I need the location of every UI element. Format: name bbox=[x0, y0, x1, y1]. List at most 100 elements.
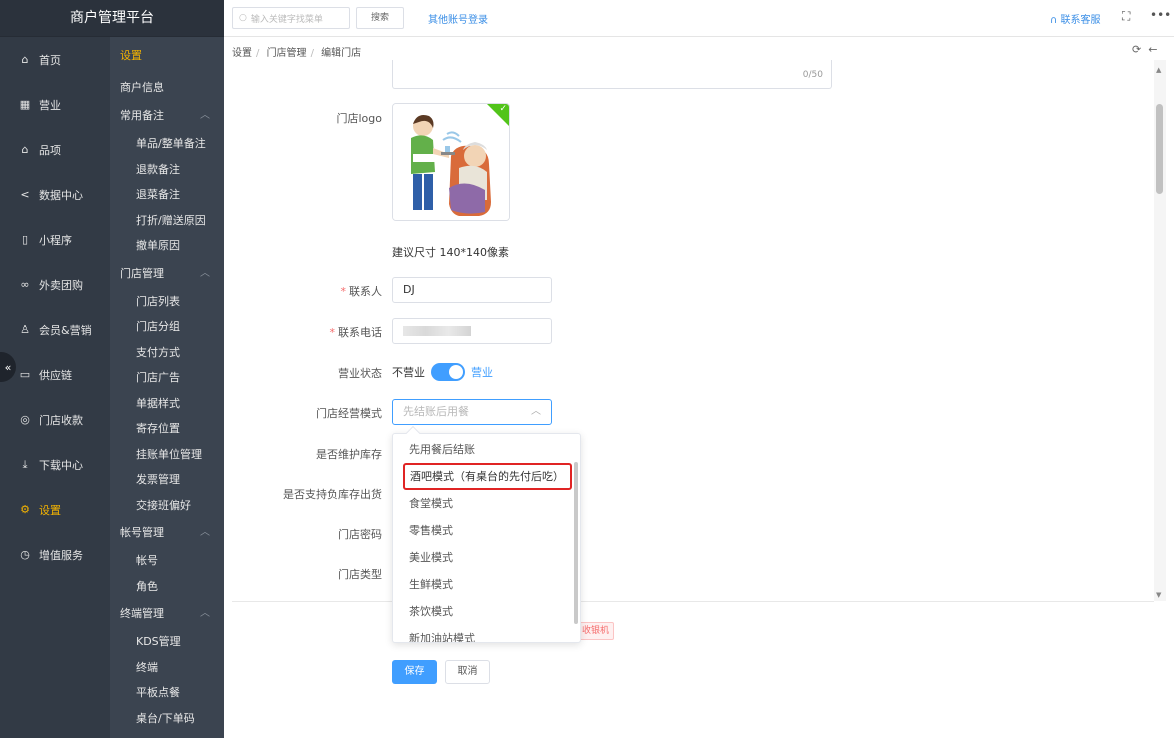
rail-item[interactable]: ◷ 增值服务 bbox=[0, 532, 110, 577]
submenu-item[interactable]: 交接班偏好 bbox=[110, 493, 224, 519]
rail-item[interactable]: ▭ 供应链 bbox=[0, 352, 110, 397]
breadcrumb-item[interactable]: 门店管理 bbox=[267, 48, 307, 59]
business-status-toggle: 不营业 营业 bbox=[392, 363, 493, 381]
submenu-item[interactable]: 门店列表 bbox=[110, 289, 224, 315]
submenu-group-label: 常用备注 bbox=[120, 109, 164, 122]
fullscreen-icon[interactable]: ⛶ bbox=[1122, 9, 1130, 24]
dropdown-option[interactable]: 零售模式 bbox=[393, 517, 580, 544]
contact-support-label: 联系客服 bbox=[1060, 15, 1101, 26]
submenu-group[interactable]: 常用备注 ︿ bbox=[110, 101, 224, 131]
submenu-item[interactable]: 门店分组 bbox=[110, 314, 224, 340]
submenu-item[interactable]: 终端 bbox=[110, 655, 224, 681]
search-icon: ○ bbox=[239, 13, 247, 23]
submenu-item[interactable]: 商户信息 bbox=[110, 75, 224, 101]
dropdown-option[interactable]: 先用餐后结账 bbox=[393, 436, 580, 463]
submenu-item[interactable]: 寄存位置 bbox=[110, 416, 224, 442]
submenu-item[interactable]: 退款备注 bbox=[110, 157, 224, 183]
submenu-item[interactable]: 桌台/下单码 bbox=[110, 706, 224, 732]
submenu-item[interactable]: 发票管理 bbox=[110, 467, 224, 493]
top-bar: ○ 输入关键字找菜单 搜索 其他账号登录 ∩ 联系客服 ⛶ ••• bbox=[224, 0, 1174, 37]
rail-item[interactable]: ▯ 小程序 bbox=[0, 217, 110, 262]
submenu-title[interactable]: 设置 bbox=[110, 37, 224, 75]
business-status-label: 营业状态 bbox=[338, 367, 382, 380]
primary-nav: ⌂ 首页 ▦ 营业 ⌂ 品项 < 数据中心 ▯ 小程序 ∞ 外卖团购 ♙ 会员&营销 ▭ 供应链 ◎ 门店收款 ⤓ 下… bbox=[0, 0, 110, 738]
submenu-item[interactable]: 挂账单位管理 bbox=[110, 442, 224, 468]
form-divider bbox=[232, 601, 1154, 602]
back-arrow-icon[interactable]: ← bbox=[1148, 43, 1157, 56]
rail-item[interactable]: ◎ 门店收款 bbox=[0, 397, 110, 442]
submenu-item[interactable]: 撤单原因 bbox=[110, 233, 224, 259]
rail-item[interactable]: ⤓ 下载中心 bbox=[0, 442, 110, 487]
submenu-group[interactable]: 终端管理 ︿ bbox=[110, 599, 224, 629]
breadcrumb-item[interactable]: 设置 bbox=[232, 48, 252, 59]
contact-phone-label-text: 联系电话 bbox=[338, 326, 382, 339]
submenu-item[interactable]: 门店广告 bbox=[110, 365, 224, 391]
submenu-item[interactable]: KDS管理 bbox=[110, 629, 224, 655]
rail-item[interactable]: ⚙ 设置 bbox=[0, 487, 110, 532]
scroll-up-icon[interactable]: ▲ bbox=[1156, 66, 1161, 74]
checkmark-icon: ✓ bbox=[499, 104, 507, 114]
submenu-item[interactable]: 单据样式 bbox=[110, 391, 224, 417]
coins-icon: ◎ bbox=[20, 413, 30, 426]
rail-item-label: 品项 bbox=[39, 143, 61, 157]
refresh-icon[interactable]: ⟳ bbox=[1132, 43, 1141, 56]
submenu-group[interactable]: 帐号管理 ︿ bbox=[110, 518, 224, 548]
submenu-group[interactable]: 门店管理 ︿ bbox=[110, 259, 224, 289]
submenu-item[interactable]: 角色 bbox=[110, 574, 224, 600]
submenu-item[interactable]: 打折/赠送原因 bbox=[110, 208, 224, 234]
menu-search-input[interactable]: ○ 输入关键字找菜单 bbox=[232, 7, 350, 29]
rail-item-label: 增值服务 bbox=[39, 548, 83, 562]
business-status-switch[interactable] bbox=[431, 363, 465, 381]
submenu-item[interactable]: 支付方式 bbox=[110, 340, 224, 366]
submenu-item[interactable]: 帐号 bbox=[110, 548, 224, 574]
masked-phone bbox=[403, 326, 471, 336]
cancel-button[interactable]: 取消 bbox=[445, 660, 490, 684]
headset-icon: ∩ bbox=[1050, 15, 1061, 26]
store-logo-upload[interactable]: ✓ bbox=[392, 103, 510, 221]
search-placeholder: 输入关键字找菜单 bbox=[250, 14, 323, 25]
negative-stock-label: 是否支持负库存出货 bbox=[283, 488, 382, 501]
contact-person-input[interactable]: DJ bbox=[392, 277, 552, 303]
rail-item[interactable]: ⌂ 首页 bbox=[0, 37, 110, 82]
rail-item[interactable]: ▦ 营业 bbox=[0, 82, 110, 127]
more-icon[interactable]: ••• bbox=[1150, 8, 1171, 22]
operation-mode-dropdown: 先用餐后结账 酒吧模式（有桌台的先付后吃） 食堂模式 零售模式 美业模式 生鲜模式 茶饮模式… bbox=[392, 433, 581, 643]
submenu-group-label: 帐号管理 bbox=[120, 526, 164, 539]
dropdown-option[interactable]: 生鲜模式 bbox=[393, 571, 580, 598]
operation-mode-placeholder: 先结账后用餐 bbox=[403, 405, 469, 418]
dropdown-option[interactable]: 食堂模式 bbox=[393, 490, 580, 517]
status-on-label: 营业 bbox=[471, 366, 493, 379]
operation-mode-select[interactable]: 先结账后用餐 ︿ bbox=[392, 399, 552, 425]
chevron-up-icon: ︿ bbox=[531, 406, 541, 417]
rail-item-label: 小程序 bbox=[39, 233, 72, 247]
contact-support-link[interactable]: ∩ 联系客服 bbox=[1050, 11, 1101, 26]
other-account-login-link[interactable]: 其他账号登录 bbox=[428, 11, 488, 26]
contact-phone-input[interactable] bbox=[392, 318, 552, 344]
scroll-down-icon[interactable]: ▼ bbox=[1156, 591, 1161, 599]
dropdown-option[interactable]: 新加油站模式 bbox=[393, 625, 580, 642]
rail-item[interactable]: ♙ 会员&营销 bbox=[0, 307, 110, 352]
scrollbar-thumb[interactable] bbox=[1156, 104, 1163, 194]
operation-mode-label: 门店经营模式 bbox=[316, 407, 382, 420]
dropdown-option[interactable]: 酒吧模式（有桌台的先付后吃） bbox=[403, 463, 572, 490]
dropdown-option[interactable]: 美业模式 bbox=[393, 544, 580, 571]
submenu-group-label: 门店管理 bbox=[120, 266, 164, 280]
submenu-item[interactable]: 退菜备注 bbox=[110, 182, 224, 208]
submenu-item[interactable]: 单品/整单备注 bbox=[110, 131, 224, 157]
contact-person-label-text: 联系人 bbox=[349, 285, 382, 298]
rail-item-label: 供应链 bbox=[39, 368, 72, 382]
rail-item[interactable]: ∞ 外卖团购 bbox=[0, 262, 110, 307]
rail-item[interactable]: ⌂ 品项 bbox=[0, 127, 110, 172]
dropdown-option[interactable]: 茶饮模式 bbox=[393, 598, 580, 625]
search-button[interactable]: 搜索 bbox=[356, 7, 404, 29]
breadcrumb-item: 编辑门店 bbox=[321, 48, 362, 59]
dropdown-scrollbar[interactable] bbox=[574, 462, 578, 624]
rail-item[interactable]: < 数据中心 bbox=[0, 172, 110, 217]
secondary-nav: 设置 商户信息 常用备注 ︿ 单品/整单备注 退款备注 退菜备注 打折/赠送原因 撤单原因 门店… bbox=[110, 37, 224, 738]
description-textarea[interactable]: 0/50 bbox=[392, 60, 832, 89]
bag-icon: ⌂ bbox=[21, 143, 29, 156]
content-scrollbar[interactable]: ▲ ▼ bbox=[1154, 60, 1166, 601]
submenu-item[interactable]: 平板点餐 bbox=[110, 680, 224, 706]
terminal-tag: 收银机 bbox=[580, 622, 615, 640]
save-button[interactable]: 保存 bbox=[392, 660, 437, 684]
